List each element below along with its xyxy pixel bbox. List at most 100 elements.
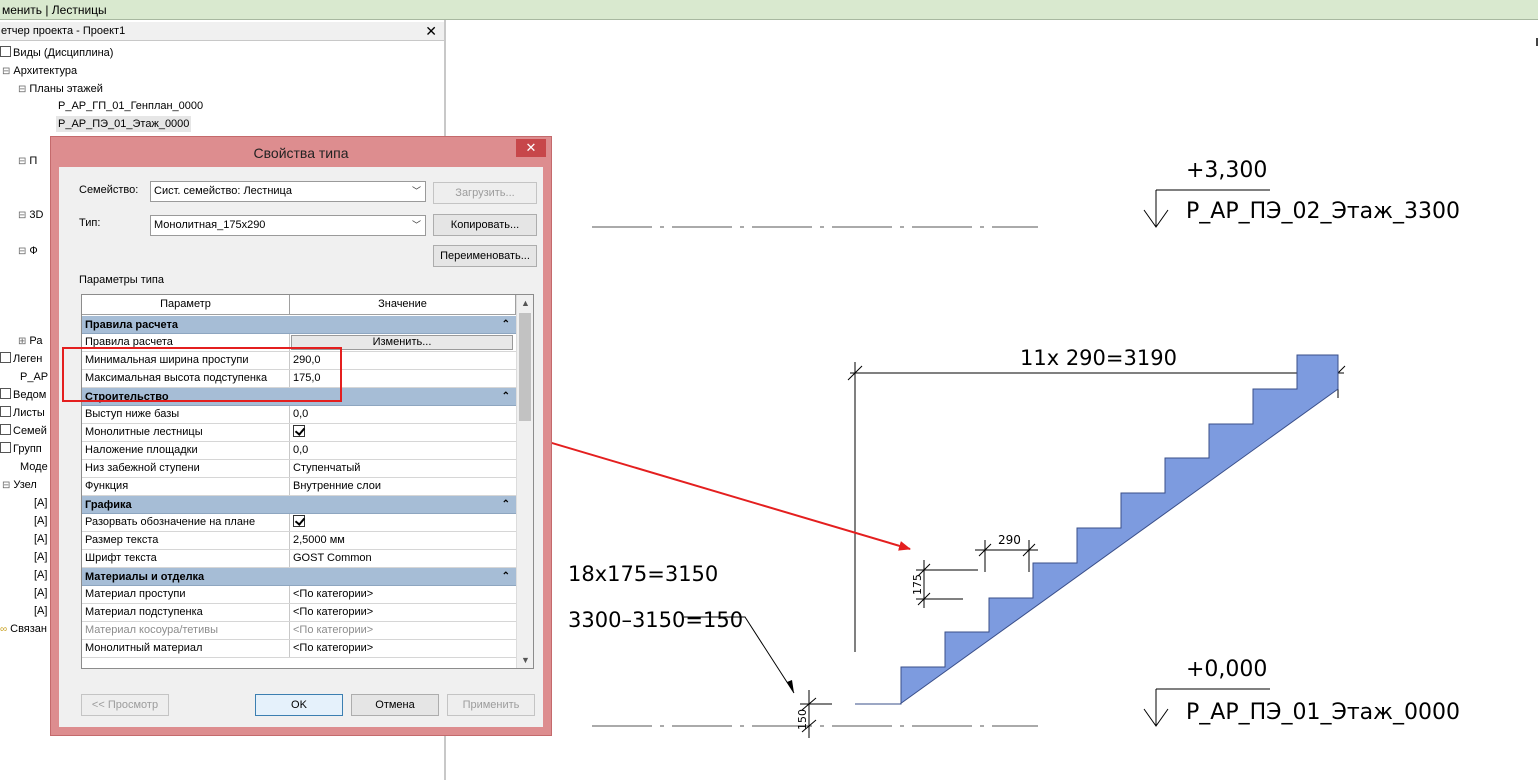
tree-item-3d[interactable]: ⊟ 3D	[18, 207, 43, 223]
param-row[interactable]: Выступ ниже базы 0,0	[82, 406, 516, 424]
column-header-parameter[interactable]: Параметр	[82, 295, 290, 315]
collapse-group-icon[interactable]: ⌃	[502, 568, 510, 586]
group-icon	[0, 442, 11, 453]
load-button[interactable]: Загрузить...	[433, 182, 537, 204]
expand-icon[interactable]: ⊞	[18, 336, 26, 347]
type-parameters-grid[interactable]: Параметр Значение Правила расчета ⌃ Прави…	[81, 294, 534, 669]
param-row[interactable]: Шрифт текста GOST Common	[82, 550, 516, 568]
tree-item-node-a6[interactable]: [А]	[34, 585, 47, 601]
grid-scrollbar[interactable]: ▲ ▼	[516, 295, 533, 668]
apply-button[interactable]: Применить	[447, 694, 535, 716]
group-construction[interactable]: Строительство ⌃	[82, 388, 516, 406]
tree-item-views[interactable]: Виды (Дисциплина)	[0, 45, 113, 61]
note-difference: 3300–3150=150	[568, 608, 743, 632]
stair-profile[interactable]	[855, 354, 1339, 705]
tree-item-floor-plans[interactable]: ⊟ Планы этажей	[18, 81, 103, 97]
collapse-group-icon[interactable]: ⌃	[502, 496, 510, 514]
grid-header: Параметр Значение	[82, 295, 516, 315]
tree-item-architecture[interactable]: ⊟ Архитектура	[2, 63, 77, 79]
close-icon[interactable]: ✕	[425, 22, 437, 41]
tree-item-legend-ar[interactable]: Р_АР	[20, 369, 48, 385]
tree-item-f[interactable]: ⊟ Ф	[18, 243, 38, 259]
param-row[interactable]: Монолитный материал <По категории>	[82, 640, 516, 658]
tree-item-node-a3[interactable]: [А]	[34, 531, 47, 547]
param-row[interactable]: Правила расчета Изменить...	[82, 334, 516, 352]
param-row[interactable]: Размер текста 2,5000 мм	[82, 532, 516, 550]
scroll-down-icon[interactable]: ▼	[517, 652, 533, 668]
tree-item-sheets[interactable]: Листы	[0, 405, 45, 421]
param-row[interactable]: Материал подступенка <По категории>	[82, 604, 516, 622]
tree-item-families[interactable]: Семей	[0, 423, 47, 439]
group-graphics[interactable]: Графика ⌃	[82, 496, 516, 514]
tree-item-legends[interactable]: Леген	[0, 351, 42, 367]
level-bottom-elevation: +0,000	[1186, 657, 1267, 682]
tree-item-node-a4[interactable]: [А]	[34, 549, 47, 565]
tree-item-node-a1[interactable]: [А]	[34, 495, 47, 511]
tree-item-p[interactable]: ⊟ П	[18, 153, 37, 169]
type-parameters-label: Параметры типа	[79, 274, 164, 286]
tree-item-model[interactable]: Моде	[20, 459, 48, 475]
collapse-icon[interactable]: ⊟	[18, 246, 26, 257]
cancel-button[interactable]: Отмена	[351, 694, 439, 716]
param-row[interactable]: Монолитные лестницы	[82, 424, 516, 442]
tree-item-node-a5[interactable]: [А]	[34, 567, 47, 583]
break-symbol-checkbox[interactable]	[293, 515, 305, 527]
param-row[interactable]: Наложение площадки 0,0	[82, 442, 516, 460]
level-top-name: Р_АР_ПЭ_02_Этаж_3300	[1186, 199, 1460, 224]
edit-rules-button[interactable]: Изменить...	[291, 335, 513, 350]
tree-item-node[interactable]: ⊟ Узел	[2, 477, 37, 493]
collapse-icon[interactable]: ⊟	[2, 66, 10, 77]
link-icon: ∞	[0, 624, 8, 635]
family-select[interactable]: Сист. семейство: Лестница ﹀	[150, 181, 426, 202]
tree-item-node-a7[interactable]: [А]	[34, 603, 47, 619]
param-row-min-tread[interactable]: Минимальная ширина проступи 290,0	[82, 352, 516, 370]
dim-tread-text: 290	[998, 533, 1021, 547]
top-bar: менить | Лестницы	[0, 0, 1538, 20]
preview-button[interactable]: << Просмотр	[81, 694, 169, 716]
tree-item-node-a2[interactable]: [А]	[34, 513, 47, 529]
copy-button[interactable]: Копировать...	[433, 214, 537, 236]
tree-item-plan-genplan[interactable]: Р_АР_ГП_01_Генплан_0000	[58, 98, 203, 114]
tree-item-links[interactable]: ∞ Связан	[0, 621, 47, 637]
type-label: Тип:	[79, 217, 101, 229]
scroll-up-icon[interactable]: ▲	[517, 295, 533, 311]
rename-button[interactable]: Переименовать...	[433, 245, 537, 267]
param-row[interactable]: Низ забежной ступени Ступенчатый	[82, 460, 516, 478]
param-row-max-riser[interactable]: Максимальная высота подступенка 175,0	[82, 370, 516, 388]
drawing-canvas[interactable]: +3,300 Р_АР_ПЭ_02_Этаж_3300 +0,000 Р_АР_…	[448, 20, 1538, 780]
value-min-tread[interactable]: 290,0	[290, 352, 516, 369]
tree-item-schedules[interactable]: Ведом	[0, 387, 46, 403]
tree-item-ra[interactable]: ⊞ Ра	[18, 333, 42, 349]
param-row[interactable]: Функция Внутренние слои	[82, 478, 516, 496]
column-header-value[interactable]: Значение	[290, 295, 516, 315]
dialog-title: Свойства типа	[253, 145, 349, 161]
type-properties-dialog: Свойства типа ✕ Семейство: Сист. семейст…	[50, 136, 552, 736]
collapse-icon[interactable]: ⊟	[2, 480, 10, 491]
tree-item-groups[interactable]: Групп	[0, 441, 42, 457]
browser-title: етчер проекта - Проект1	[1, 25, 126, 37]
chevron-down-icon: ﹀	[411, 186, 421, 196]
collapse-icon[interactable]: ⊟	[18, 156, 26, 167]
collapse-icon[interactable]: ⊟	[18, 84, 26, 95]
dim-total-text: 11х 290=3190	[1020, 346, 1177, 370]
collapse-icon[interactable]: ⊟	[18, 210, 26, 221]
value-max-riser[interactable]: 175,0	[290, 370, 516, 387]
param-row[interactable]: Материал проступи <По категории>	[82, 586, 516, 604]
collapse-group-icon[interactable]: ⌃	[502, 316, 510, 334]
family-icon	[0, 424, 11, 435]
tree-item-plan-floor-selected[interactable]: Р_АР_ПЭ_01_Этаж_0000	[56, 116, 192, 132]
top-bar-title: менить | Лестницы	[2, 3, 107, 17]
param-row[interactable]: Разорвать обозначение на плане	[82, 514, 516, 532]
dialog-close-button[interactable]: ✕	[516, 139, 546, 157]
group-calculation-rules[interactable]: Правила расчета ⌃	[82, 316, 516, 334]
dialog-body: Семейство: Сист. семейство: Лестница ﹀ За…	[59, 167, 543, 727]
monolithic-stairs-checkbox[interactable]	[293, 425, 305, 437]
note-leader-arrow	[787, 680, 794, 693]
ok-button[interactable]: OK	[255, 694, 343, 716]
group-materials[interactable]: Материалы и отделка ⌃	[82, 568, 516, 586]
level-bottom-name: Р_АР_ПЭ_01_Этаж_0000	[1186, 700, 1460, 725]
scroll-thumb[interactable]	[519, 313, 531, 421]
dim-bottom-text: 150	[796, 709, 809, 730]
collapse-group-icon[interactable]: ⌃	[502, 388, 510, 406]
type-select[interactable]: Монолитная_175х290 ﹀	[150, 215, 426, 236]
